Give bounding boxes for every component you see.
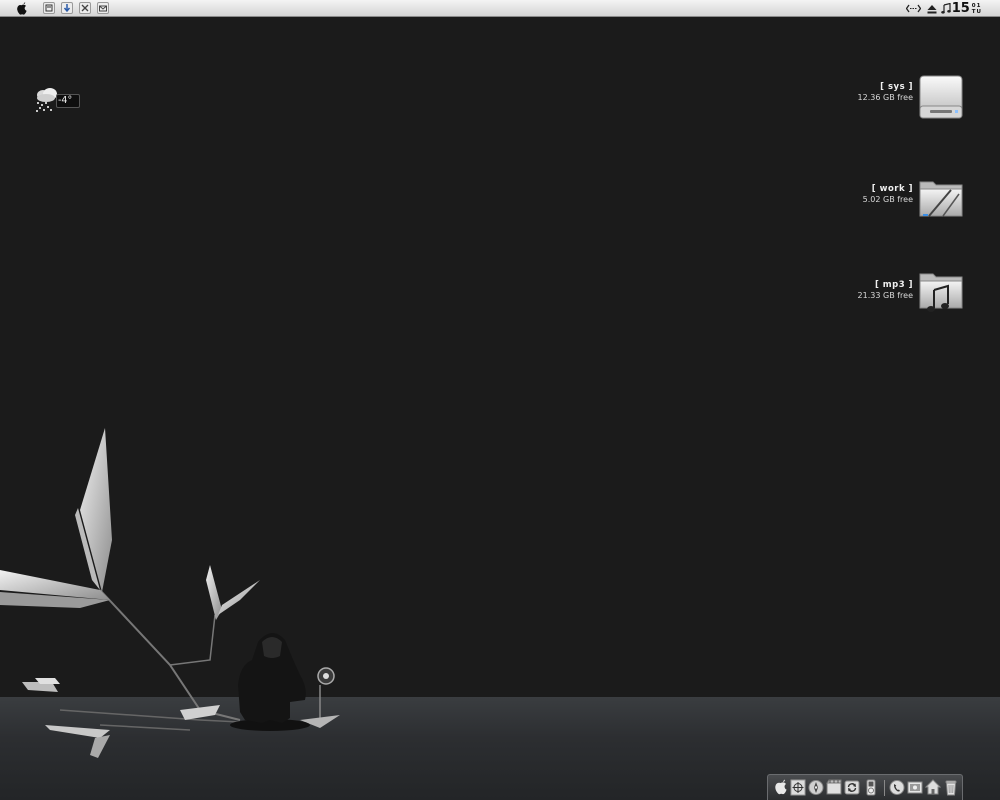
hard-drive-icon xyxy=(919,75,963,119)
home-icon[interactable] xyxy=(924,779,942,796)
finder-app-icon[interactable] xyxy=(43,2,55,14)
network-arrows-icon[interactable] xyxy=(905,2,921,15)
calculator-icon[interactable] xyxy=(790,779,806,796)
ipod-icon[interactable] xyxy=(863,779,879,796)
drive-free-space: 5.02 GB free xyxy=(862,195,913,204)
film-icon[interactable] xyxy=(826,779,842,796)
drive-name: [ work ] xyxy=(871,184,913,194)
work-folder-icon xyxy=(919,181,963,217)
dock xyxy=(767,774,963,800)
preview-icon[interactable] xyxy=(907,779,923,796)
eject-icon[interactable] xyxy=(926,2,937,15)
weather-temperature: -4° xyxy=(58,95,73,106)
drive-free-space: 21.33 GB free xyxy=(857,291,913,300)
wallpaper-art xyxy=(0,428,340,758)
trash-icon[interactable] xyxy=(943,779,959,796)
drive-mp3[interactable]: [ mp3 ] 21.33 GB free xyxy=(805,272,965,316)
clock-day: 15 xyxy=(951,1,970,16)
drive-name: [ mp3 ] xyxy=(874,280,913,290)
clock-weekday: TU xyxy=(971,8,982,15)
weather-widget[interactable]: -4° xyxy=(34,86,80,113)
dock-separator xyxy=(884,780,885,796)
drive-work[interactable]: [ work ] 5.02 GB free xyxy=(805,176,965,220)
sync-icon[interactable] xyxy=(844,779,860,796)
drive-name: [ sys ] xyxy=(880,82,913,92)
menubar-clock[interactable]: 15 01 TU xyxy=(952,1,982,16)
menu-bar: 15 01 TU xyxy=(0,0,1000,17)
apple-icon[interactable] xyxy=(15,2,27,15)
drive-sys[interactable]: [ sys ] 12.36 GB free xyxy=(805,74,965,119)
clock-month-weekday: 01 TU xyxy=(972,3,982,15)
safari-icon[interactable] xyxy=(808,779,824,796)
tools-app-icon[interactable] xyxy=(79,2,91,14)
download-app-icon[interactable] xyxy=(61,2,73,14)
music-note-icon[interactable] xyxy=(940,2,951,15)
music-folder-icon xyxy=(919,273,963,312)
finder-icon[interactable] xyxy=(773,779,789,796)
drive-free-space: 12.36 GB free xyxy=(857,93,913,102)
phone-icon[interactable] xyxy=(889,779,905,796)
mail-app-icon[interactable] xyxy=(97,2,109,14)
